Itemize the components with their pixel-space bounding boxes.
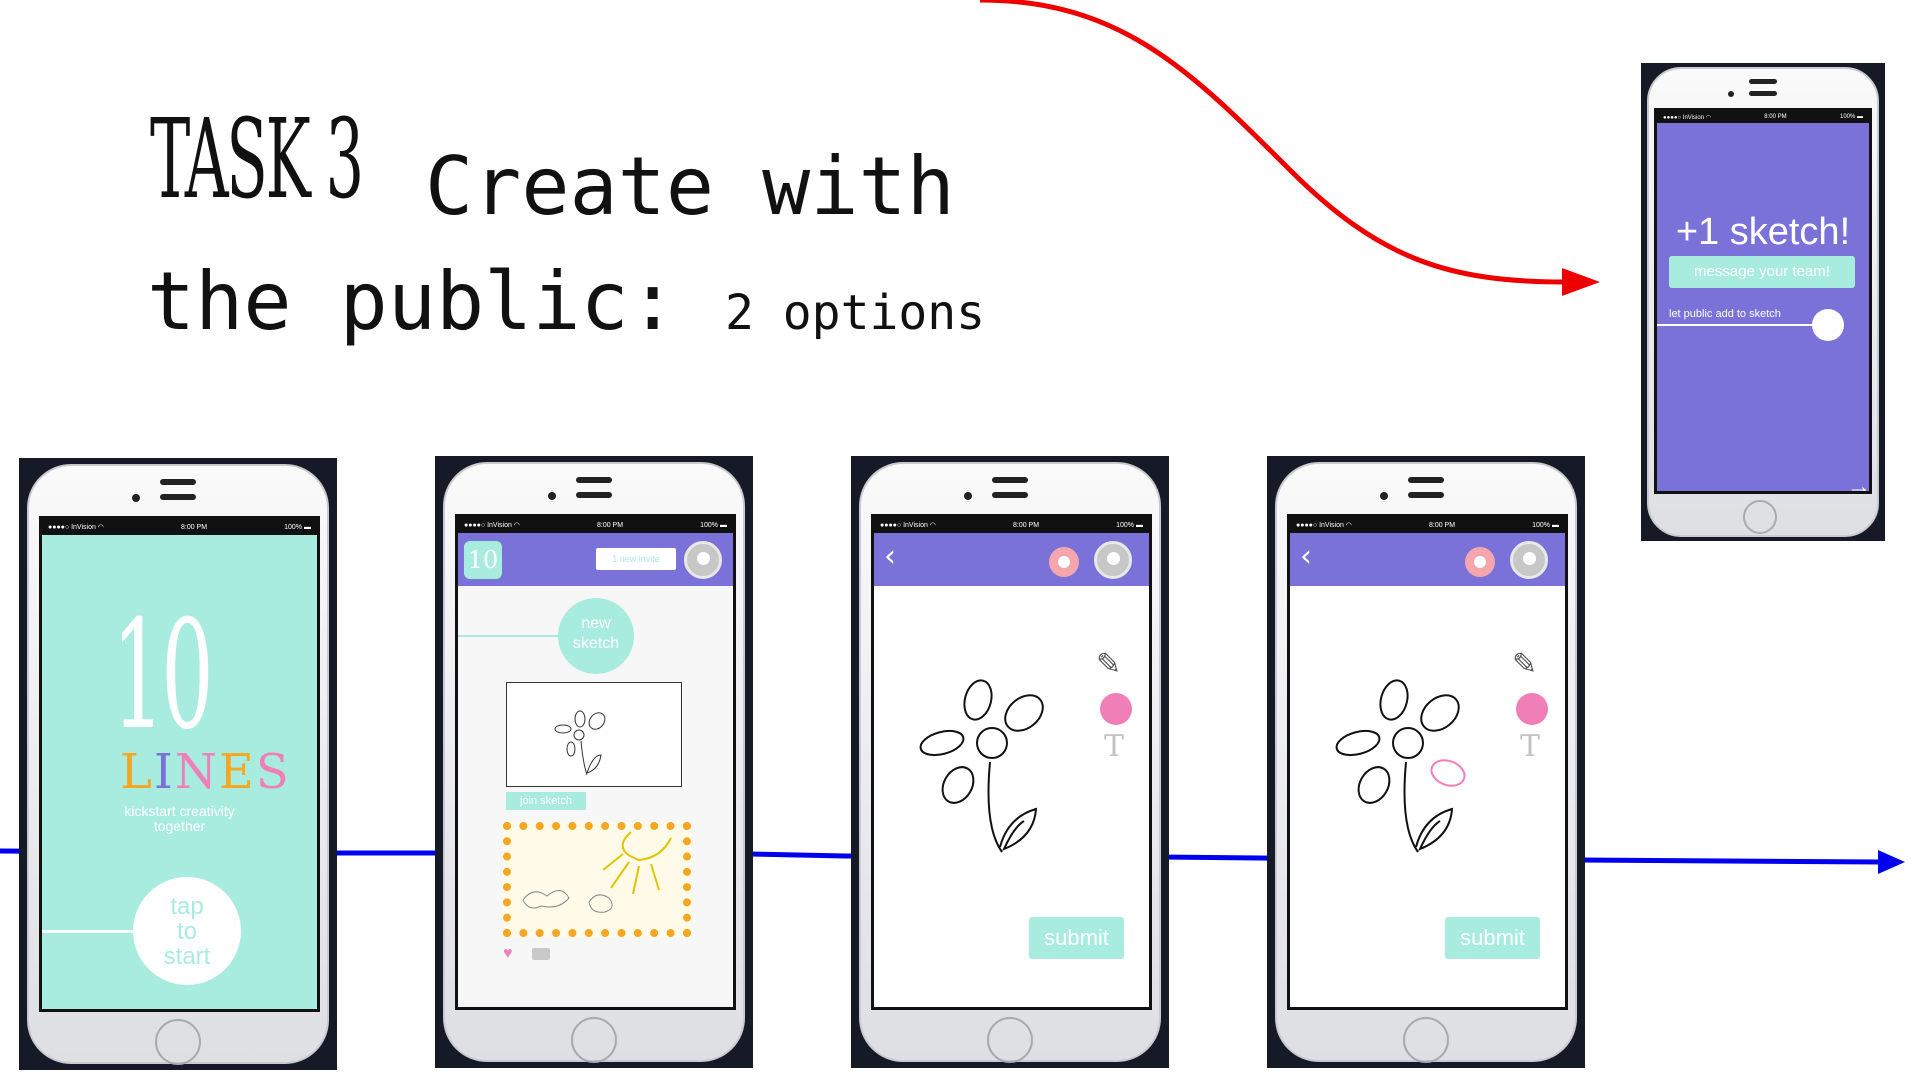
pencil-icon[interactable]: ✎ <box>1096 647 1121 682</box>
start-word: start <box>163 943 211 970</box>
home-button[interactable] <box>155 1019 201 1065</box>
profile-avatar[interactable] <box>684 541 722 579</box>
invite-bubble[interactable]: 1 new invite <box>596 548 676 570</box>
sketch-card[interactable] <box>506 682 682 787</box>
feed-header: 10 1 new invite <box>458 533 733 586</box>
app-logo-word: LINES <box>120 744 291 800</box>
logo-letter: N <box>174 744 219 800</box>
status-bar: ●●●●○ InVision ◠ 8:00 PM 100% ▬ <box>458 517 733 533</box>
camera-dot <box>132 494 140 502</box>
status-carrier: ●●●●○ InVision ◠ <box>1663 114 1711 121</box>
color-picker[interactable] <box>1516 693 1548 725</box>
start-word: to <box>176 918 197 945</box>
text-tool-icon[interactable]: T <box>1104 729 1124 764</box>
sun-thumbnail <box>522 831 672 913</box>
status-battery: 100% ▬ <box>284 523 311 531</box>
home-button[interactable] <box>1743 500 1777 534</box>
curve-arrowhead <box>1562 268 1600 296</box>
start-line <box>42 930 134 933</box>
color-picker[interactable] <box>1100 693 1132 725</box>
speaker <box>1408 477 1444 483</box>
sunny-sketch-card[interactable] <box>503 822 691 937</box>
message-team-button[interactable]: message your team! <box>1669 256 1855 288</box>
speaker-lower <box>992 492 1028 498</box>
logo-letter: S <box>255 744 291 800</box>
submit-button[interactable]: submit <box>1445 917 1540 959</box>
home-badge[interactable]: 10 <box>464 541 502 579</box>
status-carrier: ●●●●○ InVision ◠ <box>48 524 104 531</box>
phone-feed: ●●●●○ InVision ◠ 8:00 PM 100% ▬ 10 1 new… <box>435 456 753 1068</box>
new-sketch-word: new <box>581 615 611 632</box>
text-tool-icon[interactable]: T <box>1520 729 1540 764</box>
new-sketch-word: sketch <box>572 635 620 652</box>
status-bar: ●●●●○ InVision ◠ 8:00 PM 100% ▬ <box>1657 111 1869 123</box>
status-time: 8:00 PM <box>596 521 624 529</box>
speaker <box>992 477 1028 483</box>
submit-button[interactable]: submit <box>1029 917 1124 959</box>
editor-screen: ●●●●○ InVision ◠ 8:00 PM 100% ▬ ‹ ✎ T su… <box>1287 514 1568 1010</box>
new-sketch-line <box>458 635 560 637</box>
new-sketch-button[interactable]: new sketch <box>558 598 634 674</box>
feed-screen: ●●●●○ InVision ◠ 8:00 PM 100% ▬ 10 1 new… <box>455 514 736 1010</box>
status-carrier: ●●●●○ InVision ◠ <box>464 522 520 529</box>
confirmation-screen: ●●●●○ InVision ◠ 8:00 PM 100% ▬ +1 sketc… <box>1654 108 1872 494</box>
status-time: 8:00 PM <box>1764 114 1787 120</box>
phone-editor: ●●●●○ InVision ◠ 8:00 PM 100% ▬ ‹ ✎ T su… <box>851 456 1169 1068</box>
tagline: kickstart creativity together <box>124 803 235 834</box>
camera-dot <box>964 492 972 500</box>
phone-editor-edited: ●●●●○ InVision ◠ 8:00 PM 100% ▬ ‹ ✎ T su… <box>1267 456 1585 1068</box>
home-button[interactable] <box>1403 1017 1449 1063</box>
phone-confirmation: ●●●●○ InVision ◠ 8:00 PM 100% ▬ +1 sketc… <box>1641 63 1885 541</box>
speaker-lower <box>160 494 196 500</box>
status-time: 8:00 PM <box>180 523 208 531</box>
start-word: tap <box>170 893 204 920</box>
like-icon[interactable]: ♥ <box>503 945 513 963</box>
comment-icon[interactable] <box>532 948 550 960</box>
home-button[interactable] <box>571 1017 617 1063</box>
curve-line <box>979 0 1566 285</box>
flow-arrowhead <box>1878 850 1905 874</box>
camera-dot <box>1728 91 1734 97</box>
speaker <box>576 477 612 483</box>
public-toggle-knob[interactable] <box>1812 309 1844 341</box>
status-bar: ●●●●○ InVision ◠ 8:00 PM 100% ▬ <box>42 519 317 535</box>
speaker-lower <box>1749 91 1777 96</box>
editor-screen: ●●●●○ InVision ◠ 8:00 PM 100% ▬ ‹ ✎ T su… <box>871 514 1152 1010</box>
join-sketch-button[interactable]: join sketch <box>506 792 586 810</box>
camera-dot <box>1380 492 1388 500</box>
logo-letter: L <box>120 744 154 800</box>
flower-thumbnail <box>554 710 606 776</box>
camera-dot <box>548 492 556 500</box>
next-arrow-icon[interactable]: → <box>1847 473 1869 491</box>
speaker-lower <box>576 492 612 498</box>
logo-letter: E <box>218 744 256 800</box>
splash-screen: ●●●●○ InVision ◠ 8:00 PM 100% ▬ 10 LINES… <box>39 516 320 1012</box>
tap-to-start-button[interactable]: tap to start <box>133 877 241 985</box>
status-battery: 100% ▬ <box>1839 114 1863 120</box>
status-battery: 100% ▬ <box>700 521 727 529</box>
speaker <box>1749 79 1777 84</box>
pencil-icon[interactable]: ✎ <box>1512 647 1537 682</box>
logo-letter: I <box>153 744 175 800</box>
public-toggle-track[interactable] <box>1657 324 1812 326</box>
speaker-lower <box>1408 492 1444 498</box>
phone-splash: ●●●●○ InVision ◠ 8:00 PM 100% ▬ 10 LINES… <box>19 458 337 1070</box>
app-logo-number: 10 <box>112 589 214 763</box>
confirmation-title: +1 sketch! <box>1675 211 1851 253</box>
home-button[interactable] <box>987 1017 1033 1063</box>
speaker <box>160 479 196 485</box>
public-toggle-label: let public add to sketch <box>1669 308 1781 320</box>
